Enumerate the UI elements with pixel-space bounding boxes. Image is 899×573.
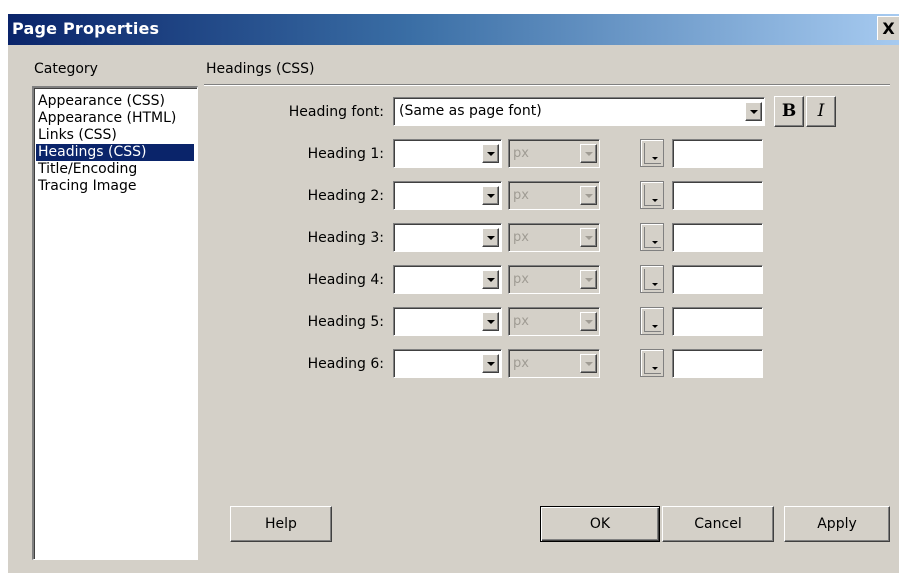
heading-3-color-field[interactable]: [672, 223, 763, 252]
heading-6-unit-select: px: [508, 349, 600, 378]
chevron-down-icon[interactable]: [482, 228, 499, 247]
category-item-appearance-html[interactable]: Appearance (HTML): [36, 110, 194, 127]
heading-3-label: Heading 3:: [307, 230, 384, 246]
bold-button[interactable]: B: [774, 96, 804, 127]
chevron-down-icon[interactable]: [482, 354, 499, 373]
italic-button[interactable]: I: [806, 96, 836, 127]
heading-5-unit-value: px: [513, 314, 529, 329]
heading-6-color-field[interactable]: [672, 349, 763, 378]
heading-5-color-field[interactable]: [672, 307, 763, 336]
chevron-down-icon: [580, 312, 597, 331]
chevron-down-icon: [580, 354, 597, 373]
heading-6-size-select[interactable]: [393, 349, 502, 378]
apply-button[interactable]: Apply: [784, 506, 890, 542]
heading-3-size-select[interactable]: [393, 223, 502, 252]
heading-5-label: Heading 5:: [307, 314, 384, 330]
heading-font-select[interactable]: (Same as page font): [393, 97, 765, 126]
heading-6-label: Heading 6:: [307, 356, 384, 372]
color-picker-icon[interactable]: [640, 223, 664, 251]
chevron-down-icon: [580, 186, 597, 205]
heading-2-color-field[interactable]: [672, 181, 763, 210]
chevron-down-icon: [580, 270, 597, 289]
cancel-button[interactable]: Cancel: [662, 506, 774, 542]
heading-2-unit-select: px: [508, 181, 600, 210]
category-item-headings-css[interactable]: Headings (CSS): [36, 144, 194, 161]
chevron-down-icon: [580, 144, 597, 163]
category-item-links-css[interactable]: Links (CSS): [36, 127, 194, 144]
heading-font-label: Heading font:: [288, 104, 384, 120]
heading-4-unit-select: px: [508, 265, 600, 294]
color-picker-icon[interactable]: [640, 139, 664, 167]
section-title: Headings (CSS): [206, 61, 315, 77]
page-properties-dialog: Page Properties X Category Appearance (C…: [8, 14, 899, 573]
heading-4-unit-value: px: [513, 272, 529, 287]
ok-button[interactable]: OK: [540, 506, 660, 542]
color-picker-icon[interactable]: [640, 265, 664, 293]
heading-4-size-select[interactable]: [393, 265, 502, 294]
heading-2-unit-value: px: [513, 188, 529, 203]
chevron-down-icon[interactable]: [482, 312, 499, 331]
heading-1-unit-select: px: [508, 139, 600, 168]
help-button[interactable]: Help: [230, 506, 332, 542]
category-item-appearance-css[interactable]: Appearance (CSS): [36, 93, 194, 110]
color-picker-icon[interactable]: [640, 349, 664, 377]
chevron-down-icon: [580, 228, 597, 247]
color-picker-icon[interactable]: [640, 181, 664, 209]
category-item-title-encoding[interactable]: Title/Encoding: [36, 161, 194, 178]
chevron-down-icon[interactable]: [482, 186, 499, 205]
heading-5-unit-select: px: [508, 307, 600, 336]
dialog-title: Page Properties: [12, 19, 160, 38]
title-bar: Page Properties X: [8, 14, 899, 45]
chevron-down-icon[interactable]: [482, 270, 499, 289]
color-picker-icon[interactable]: [640, 307, 664, 335]
heading-2-label: Heading 2:: [307, 188, 384, 204]
heading-1-unit-value: px: [513, 146, 529, 161]
heading-4-label: Heading 4:: [307, 272, 384, 288]
heading-3-unit-select: px: [508, 223, 600, 252]
heading-5-size-select[interactable]: [393, 307, 502, 336]
heading-1-color-field[interactable]: [672, 139, 763, 168]
chevron-down-icon[interactable]: [745, 102, 762, 121]
heading-1-label: Heading 1:: [307, 146, 384, 162]
close-button[interactable]: X: [877, 16, 899, 40]
close-icon: X: [882, 19, 895, 38]
heading-3-unit-value: px: [513, 230, 529, 245]
category-list[interactable]: Appearance (CSS) Appearance (HTML) Links…: [32, 86, 198, 560]
category-item-tracing-image[interactable]: Tracing Image: [36, 178, 194, 195]
heading-2-size-select[interactable]: [393, 181, 502, 210]
heading-4-color-field[interactable]: [672, 265, 763, 294]
heading-6-unit-value: px: [513, 356, 529, 371]
heading-1-size-select[interactable]: [393, 139, 502, 168]
category-label: Category: [34, 61, 98, 77]
heading-font-value: (Same as page font): [399, 103, 542, 119]
section-divider: [204, 84, 890, 86]
chevron-down-icon[interactable]: [482, 144, 499, 163]
